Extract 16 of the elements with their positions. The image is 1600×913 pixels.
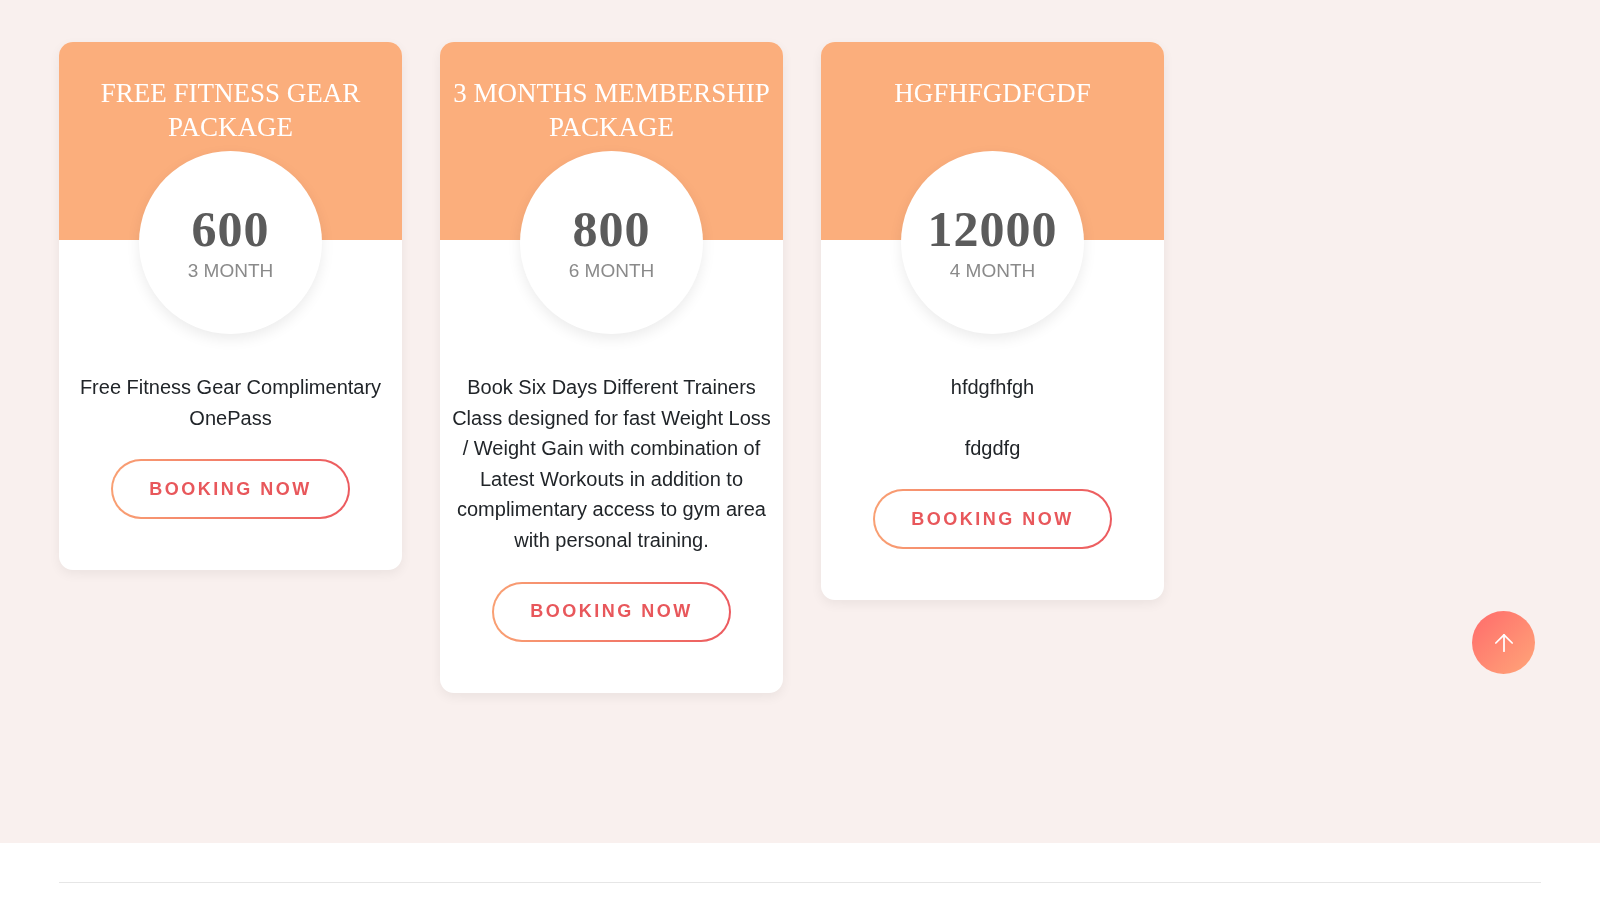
booking-button[interactable]: BOOKING NOW: [873, 489, 1112, 550]
package-description: fdgdfg: [963, 435, 1022, 461]
package-description: Free Fitness Gear Complimentary OnePass: [78, 375, 383, 431]
package-duration: 3 MONTH: [187, 259, 274, 283]
package-title: HGFHFGDFGDF: [893, 77, 1092, 110]
package-price: 12000: [927, 203, 1058, 255]
booking-button[interactable]: BOOKING NOW: [111, 459, 350, 520]
booking-button[interactable]: BOOKING NOW: [492, 581, 731, 642]
package-price: 600: [191, 203, 270, 255]
package-duration: 6 MONTH: [568, 259, 655, 283]
package-description: Book Six Days Different Trainers Class designed for fast Weight Loss / Weight Gain with combination of Latest Workouts in addition to complimentary access to gym area with personal training.: [451, 375, 772, 553]
package-description: hfdgfhfgh: [949, 375, 1036, 400]
package-price: 800: [572, 203, 651, 255]
package-title: FREE FITNESS GEAR PACKAGE: [99, 77, 362, 144]
package-duration: 4 MONTH: [949, 259, 1036, 283]
package-title: 3 MONTHS MEMBERSHIP PACKAGE: [452, 77, 771, 144]
